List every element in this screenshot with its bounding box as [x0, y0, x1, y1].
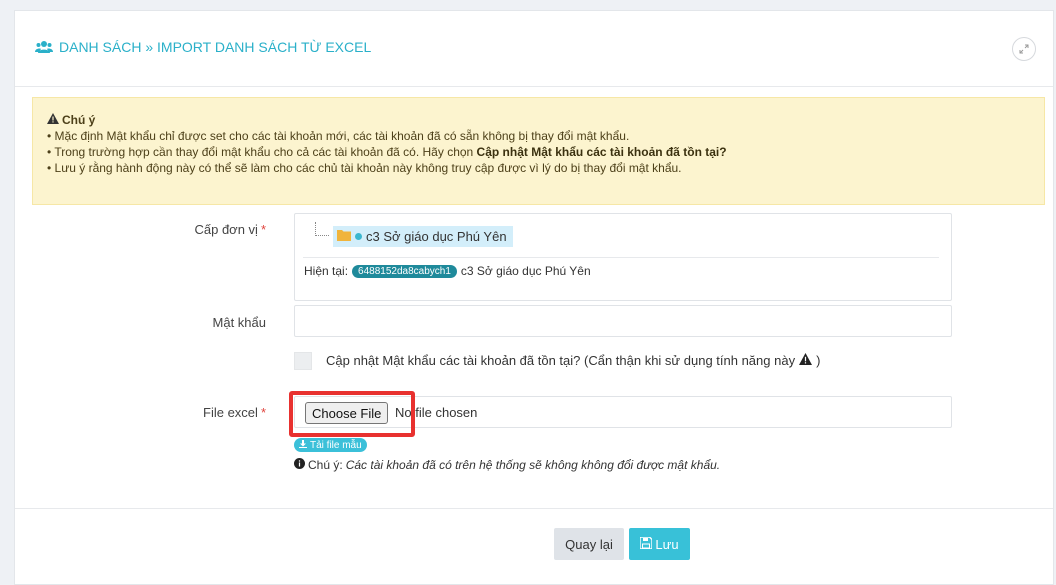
warning-line-2-text: • Trong trường hợp cần thay đổi mật khẩu…	[47, 145, 477, 159]
password-label-text: Mật khẩu	[212, 315, 266, 330]
update-password-label-text: Cập nhật Mật khẩu các tài khoản đã tồn t…	[326, 353, 796, 368]
users-icon	[35, 40, 53, 54]
download-icon	[299, 439, 307, 451]
unit-label: Cấp đơn vị *	[116, 222, 266, 237]
warning-alert: Chú ý • Mặc định Mật khẩu chỉ được set c…	[32, 97, 1045, 205]
warning-title-text: Chú ý	[62, 113, 96, 127]
required-mark: *	[260, 405, 266, 420]
password-label: Mật khẩu	[116, 315, 266, 330]
warning-icon	[47, 112, 59, 128]
status-dot-icon	[355, 233, 362, 240]
expand-icon	[1019, 42, 1029, 57]
download-template-button[interactable]: Tải file mẫu	[294, 438, 367, 452]
update-password-label: Cập nhật Mật khẩu các tài khoản đã tồn t…	[326, 353, 820, 368]
current-label: Hiện tại:	[304, 264, 349, 278]
close-paren: )	[816, 353, 821, 368]
warning-title: Chú ý	[47, 112, 1030, 128]
note-prefix: Chú ý:	[308, 458, 343, 472]
tree-node-selected[interactable]: c3 Sở giáo dục Phú Yên	[333, 226, 513, 247]
warning-line-2-bold: Cập nhật Mật khẩu các tài khoản đã tồn t…	[476, 145, 727, 159]
folder-icon	[337, 229, 351, 244]
file-status: No file chosen	[395, 405, 478, 420]
note: Chú ý: Các tài khoản đã có trên hệ thống…	[294, 458, 720, 472]
unit-tree: c3 Sở giáo dục Phú Yên Hiện tại: 6488152…	[294, 213, 952, 301]
current-unit: Hiện tại: 6488152da8cabych1 c3 Sở giáo d…	[304, 264, 591, 278]
file-label-text: File excel	[203, 405, 258, 420]
download-template-label: Tải file mẫu	[310, 439, 362, 451]
back-button[interactable]: Quay lại	[554, 528, 624, 560]
import-panel: DANH SÁCH » IMPORT DANH SÁCH TỪ EXCEL Ch…	[14, 10, 1054, 585]
expand-button[interactable]	[1012, 37, 1036, 61]
warning-line-2: • Trong trường hợp cần thay đổi mật khẩu…	[47, 144, 1030, 160]
save-label: Lưu	[655, 536, 679, 552]
update-password-checkbox[interactable]	[294, 352, 312, 370]
warning-icon	[799, 353, 813, 368]
password-input[interactable]	[294, 305, 952, 337]
footer-divider	[15, 508, 1053, 509]
current-unit-value: c3 Sở giáo dục Phú Yên	[460, 264, 591, 278]
page-title-text: DANH SÁCH » IMPORT DANH SÁCH TỪ EXCEL	[59, 39, 372, 55]
info-icon	[294, 458, 305, 472]
note-text: Các tài khoản đã có trên hệ thống sẽ khô…	[345, 458, 721, 472]
choose-file-button[interactable]: Choose File	[305, 402, 389, 424]
required-mark: *	[260, 222, 266, 237]
page-title: DANH SÁCH » IMPORT DANH SÁCH TỪ EXCEL	[35, 39, 371, 55]
file-input[interactable]: Choose File No file chosen	[294, 396, 952, 428]
current-unit-badge: 6488152da8cabych1	[352, 264, 457, 278]
file-label: File excel *	[116, 405, 266, 420]
warning-line-1: • Mặc định Mật khẩu chỉ được set cho các…	[47, 129, 630, 143]
tree-connector	[315, 222, 329, 236]
panel-header: DANH SÁCH » IMPORT DANH SÁCH TỪ EXCEL	[15, 11, 1053, 87]
unit-label-text: Cấp đơn vị	[194, 222, 258, 237]
warning-line-3: • Lưu ý rằng hành động này có thể sẽ làm…	[47, 161, 682, 175]
divider	[303, 257, 939, 258]
save-icon	[639, 535, 654, 552]
save-button[interactable]: Lưu	[629, 528, 690, 560]
tree-node-label: c3 Sở giáo dục Phú Yên	[366, 229, 507, 244]
